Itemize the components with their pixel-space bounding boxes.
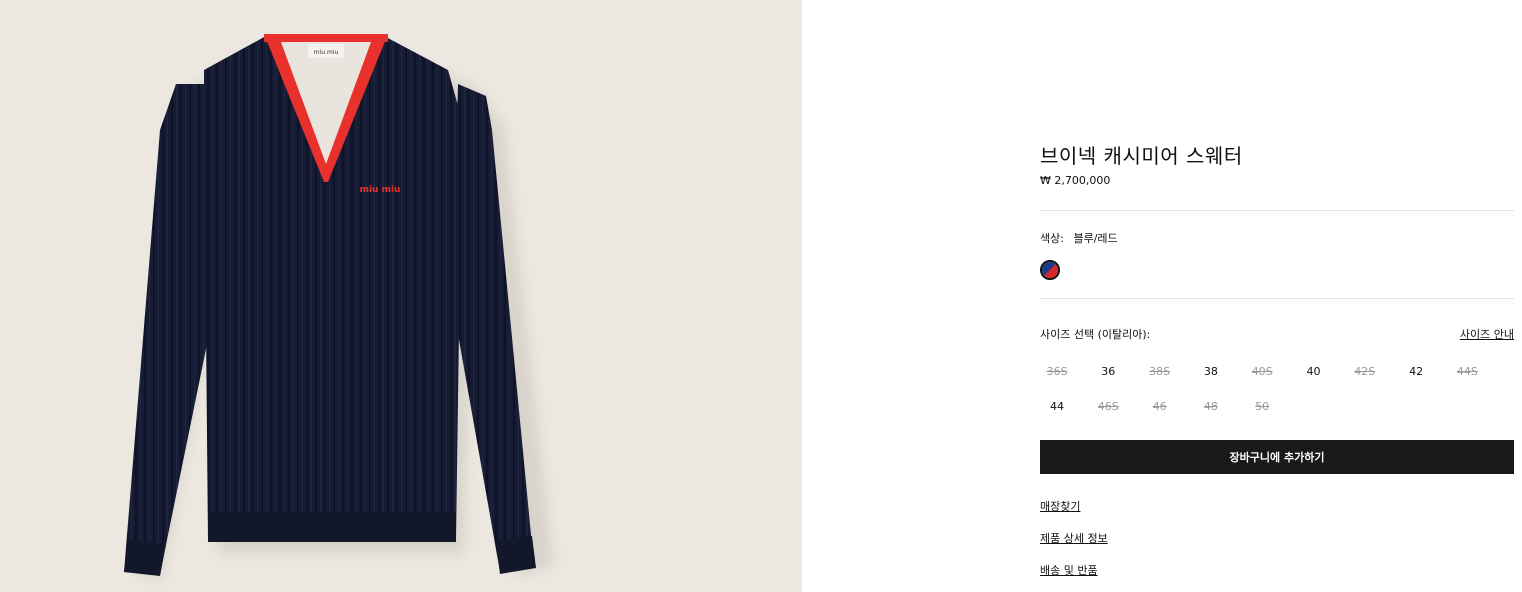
store-finder-link[interactable]: 매장찾기 [1040, 498, 1080, 514]
color-value: 블루/레드 [1073, 232, 1118, 245]
size-option-50[interactable]: 50 [1245, 393, 1279, 421]
divider [1040, 298, 1514, 299]
color-label: 색상: [1040, 232, 1064, 245]
product-price: ₩ 2,700,000 [1040, 174, 1111, 187]
shipping-returns-link[interactable]: 배송 및 반품 [1040, 562, 1098, 578]
size-select-label: 사이즈 선택 (이탈리아): [1040, 328, 1151, 341]
divider [1040, 210, 1514, 211]
size-option-36[interactable]: 36 [1091, 358, 1125, 386]
size-option-46[interactable]: 46 [1143, 393, 1177, 421]
product-page: miu miu miu miu 브이넥 캐시미어 스웨터 ₩ 2,700,000… [0, 0, 1522, 592]
product-details-link[interactable]: 제품 상세 정보 [1040, 530, 1108, 546]
size-option-36s[interactable]: 36S [1040, 358, 1074, 386]
sweater-illustration: miu miu miu miu [124, 34, 554, 580]
size-option-38s[interactable]: 38S [1143, 358, 1177, 386]
size-option-46s[interactable]: 46S [1091, 393, 1125, 421]
size-guide-link[interactable]: 사이즈 안내 [1460, 326, 1514, 342]
neck-label-text: miu miu [314, 49, 339, 56]
swatch-fill [1042, 262, 1058, 278]
color-swatch-blue-red[interactable] [1040, 260, 1060, 280]
color-row: 색상: 블루/레드 [1040, 230, 1118, 246]
size-option-42[interactable]: 42 [1399, 358, 1433, 386]
size-option-40[interactable]: 40 [1297, 358, 1331, 386]
product-image: miu miu miu miu [0, 0, 802, 592]
size-option-44s[interactable]: 44S [1450, 358, 1484, 386]
size-option-38[interactable]: 38 [1194, 358, 1228, 386]
product-info: 브이넥 캐시미어 스웨터 ₩ 2,700,000 색상: 블루/레드 사이즈 선… [1040, 0, 1514, 592]
size-option-44[interactable]: 44 [1040, 393, 1074, 421]
size-option-42s[interactable]: 42S [1348, 358, 1382, 386]
product-title: 브이넥 캐시미어 스웨터 [1040, 144, 1243, 168]
size-option-40s[interactable]: 40S [1245, 358, 1279, 386]
size-option-48[interactable]: 48 [1194, 393, 1228, 421]
chest-logo-text: miu miu [360, 185, 401, 195]
add-to-cart-button[interactable]: 장바구니에 추가하기 [1040, 440, 1514, 474]
